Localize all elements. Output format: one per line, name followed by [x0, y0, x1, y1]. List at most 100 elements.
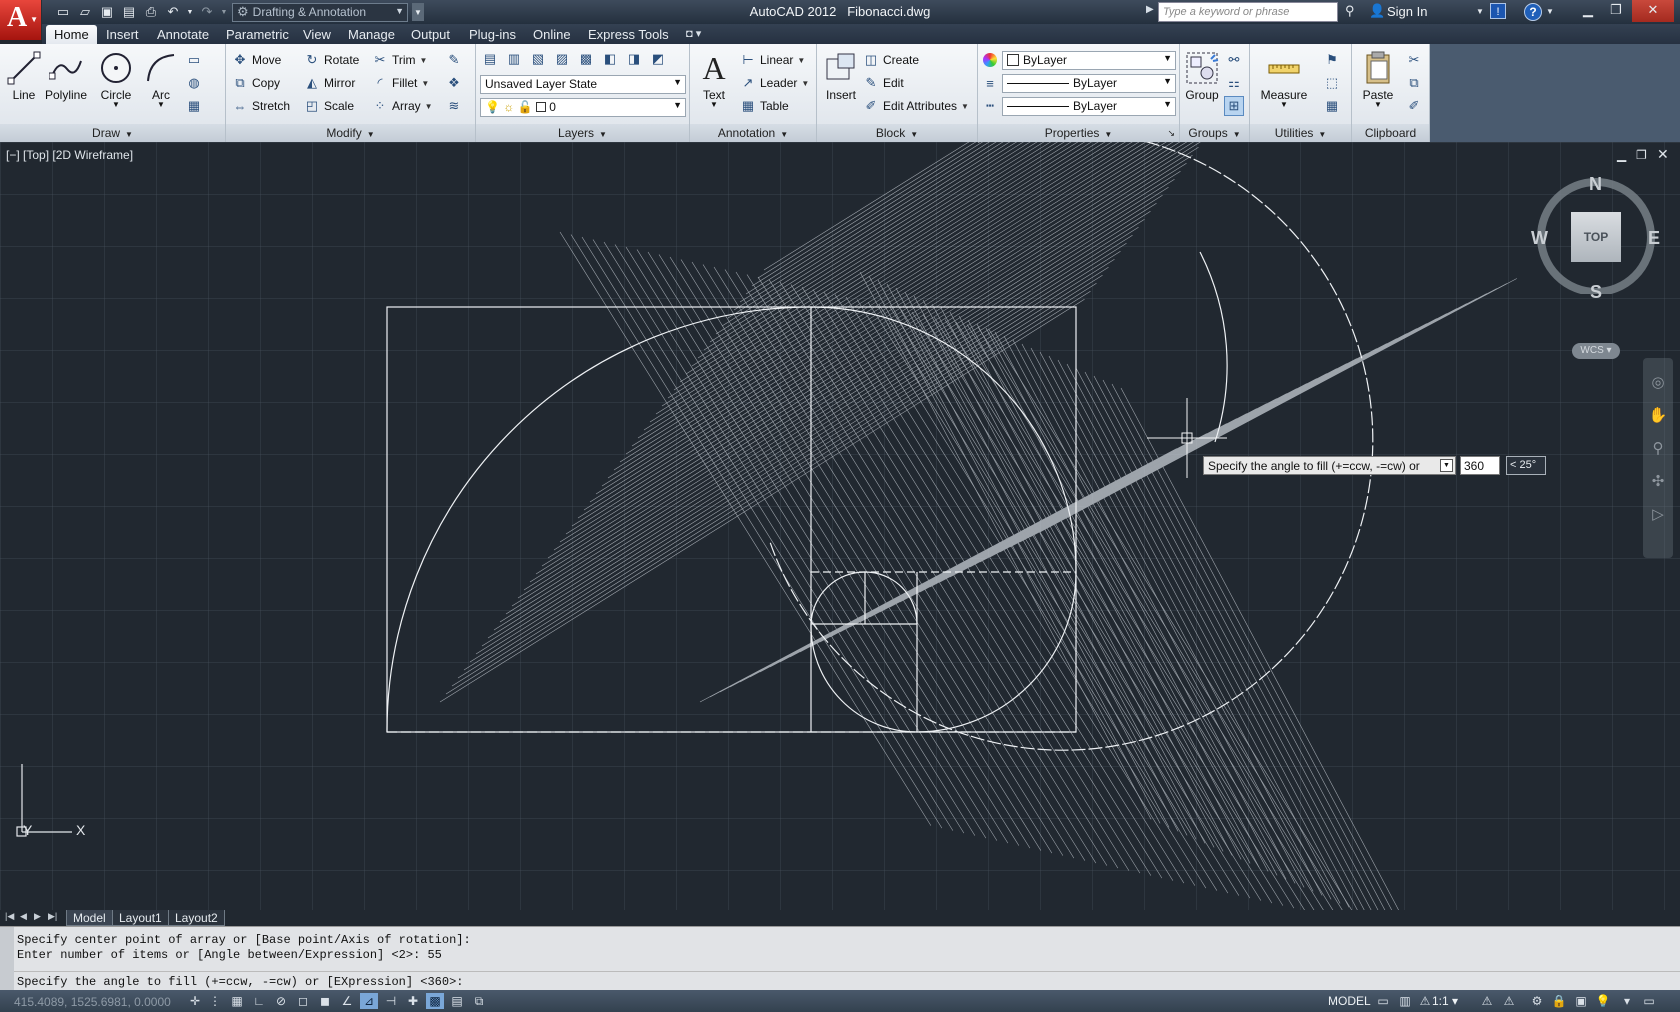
compass-east[interactable]: E [1648, 228, 1660, 249]
viewport-minimize-icon[interactable]: ▁ [1617, 148, 1626, 162]
pan-icon[interactable]: ✋ [1643, 406, 1673, 424]
trim-button[interactable]: ✂ Trim ▼ [372, 51, 428, 69]
draw-panel-title[interactable]: Draw ▼ [0, 124, 225, 142]
layer-match-icon[interactable]: ▩ [576, 49, 596, 69]
linetype-dropdown[interactable]: ByLayer ▼ [1002, 97, 1176, 116]
outer-arc[interactable] [769, 142, 1374, 751]
allow-dynamic-ucs-icon[interactable]: ⊿ [360, 993, 378, 1009]
group-selection-icon[interactable]: ⊞ [1224, 96, 1244, 116]
compass-north[interactable]: N [1589, 174, 1602, 195]
lineweight-dropdown[interactable]: ByLayer ▼ [1002, 74, 1176, 93]
quick-properties-icon[interactable]: ▤ [448, 993, 466, 1009]
line-button[interactable]: Line [2, 50, 46, 102]
ortho-mode-icon[interactable]: ∟ [250, 993, 268, 1009]
viewport-controls-label[interactable]: [−] [Top] [2D Wireframe] [6, 148, 133, 162]
text-button[interactable]: A Text ▼ [692, 50, 736, 109]
erase-icon[interactable]: ✎ [444, 50, 464, 70]
redo-dropdown-icon[interactable]: ▼ [220, 3, 228, 21]
annotation-scale-value[interactable]: 1:1 ▾ [1432, 994, 1458, 1008]
copy-button[interactable]: ⧉ Copy [232, 74, 280, 92]
viewport-restore-icon[interactable]: ❐ [1636, 148, 1647, 162]
layout-tab-layout1[interactable]: Layout1 [112, 910, 169, 926]
quick-select-icon[interactable]: ⚑ [1322, 50, 1342, 70]
qat-customize-icon[interactable]: ▼ [412, 3, 424, 21]
calculator-icon[interactable]: ▦ [1322, 96, 1342, 116]
new-file-icon[interactable]: ▭ [54, 3, 72, 21]
exchange-icon[interactable]: ! [1490, 3, 1506, 19]
rotate-button[interactable]: ↻ Rotate [304, 51, 360, 69]
polar-tracking-icon[interactable]: ⊘ [272, 993, 290, 1009]
tab-parametric[interactable]: Parametric [218, 25, 297, 44]
tab-plugins[interactable]: Plug-ins [461, 25, 524, 44]
stretch-button[interactable]: ⇔ Stretch [232, 97, 291, 115]
search-input[interactable]: Type a keyword or phrase [1158, 2, 1338, 22]
match-properties-icon[interactable] [980, 50, 1000, 70]
edit-block-button[interactable]: ✎ Edit [863, 74, 904, 92]
save-as-icon[interactable]: ▤ [120, 3, 138, 21]
tab-express-tools[interactable]: Express Tools [580, 25, 677, 44]
snap-mode-icon[interactable]: ⋮ [206, 993, 224, 1009]
move-button[interactable]: ✥ Move [232, 51, 282, 69]
options-dropdown-icon[interactable]: ▼ [1440, 459, 1453, 472]
array-button[interactable]: ⁘ Array ▼ [372, 97, 433, 115]
previous-layout-icon[interactable]: ◀ [20, 911, 27, 922]
hatch-icon[interactable]: ◍ [184, 73, 204, 93]
undo-dropdown-icon[interactable]: ▼ [186, 3, 194, 21]
grid-display-icon[interactable]: ▦ [228, 993, 246, 1009]
showmotion-icon[interactable]: ▷ [1643, 505, 1673, 523]
layer-unisolate-icon[interactable]: ▨ [552, 49, 572, 69]
leader-button[interactable]: ↗ Leader ▼ [740, 74, 810, 92]
polyline-button[interactable]: Polyline [44, 50, 88, 102]
chevron-down-icon[interactable]: ▼ [1476, 7, 1484, 16]
layer-previous-icon[interactable]: ◧ [600, 49, 620, 69]
paste-button[interactable]: Paste ▼ [1356, 50, 1400, 109]
object-snap-tracking-icon[interactable]: ∠ [338, 993, 356, 1009]
tab-output[interactable]: Output [403, 25, 458, 44]
linear-dimension-button[interactable]: ⊢ Linear ▼ [740, 51, 805, 69]
undo-icon[interactable]: ↶ [164, 3, 182, 21]
compass-south[interactable]: S [1590, 282, 1602, 303]
orbit-icon[interactable]: ✣ [1643, 472, 1673, 490]
fillet-button[interactable]: ◜ Fillet ▼ [372, 74, 429, 92]
block-panel-title[interactable]: Block ▼ [817, 124, 977, 142]
properties-panel-title[interactable]: Properties ▼ ↘ [978, 124, 1179, 142]
tab-insert[interactable]: Insert [98, 25, 147, 44]
mirror-button[interactable]: ◭ Mirror [304, 74, 355, 92]
layout-tab-layout2[interactable]: Layout2 [168, 910, 225, 926]
outer-arc[interactable] [1199, 251, 1228, 443]
auto-scale-icon[interactable]: ⚠ [1500, 993, 1518, 1009]
angle-fill-input[interactable]: 360 [1460, 456, 1500, 475]
group-button[interactable]: Group [1182, 50, 1222, 102]
tab-view[interactable]: View [295, 25, 339, 44]
explode-icon[interactable]: ❖ [444, 73, 464, 93]
tab-home[interactable]: Home [46, 25, 97, 44]
cut-icon[interactable]: ✂ [1404, 50, 1424, 70]
chevron-down-icon[interactable]: ▼ [1546, 7, 1554, 16]
help-icon[interactable]: ? [1524, 3, 1542, 21]
annotation-panel-title[interactable]: Annotation ▼ [690, 124, 816, 142]
offset-icon[interactable]: ≋ [444, 96, 464, 116]
selection-cycling-icon[interactable]: ⧉ [470, 993, 488, 1009]
circle-button[interactable]: Circle ▼ [94, 50, 138, 109]
close-button[interactable]: ✕ [1632, 0, 1674, 22]
insert-block-button[interactable]: Insert [819, 50, 863, 102]
wcs-menu[interactable]: WCS ▾ [1572, 343, 1620, 359]
modify-panel-title[interactable]: Modify ▼ [226, 124, 475, 142]
infer-constraints-icon[interactable]: ✛ [186, 993, 204, 1009]
command-line[interactable]: Specify center point of array or [Base p… [0, 926, 1680, 991]
object-snap-icon[interactable]: ◻ [294, 993, 312, 1009]
viewport-close-icon[interactable]: ✕ [1657, 146, 1669, 163]
select-all-icon[interactable]: ⬚ [1322, 73, 1342, 93]
layer-properties-icon[interactable]: ▤ [480, 49, 500, 69]
next-layout-icon[interactable]: ▶ [34, 911, 41, 922]
workspace-switching-icon[interactable]: ⚙ [1528, 993, 1546, 1009]
tab-annotate[interactable]: Annotate [149, 25, 217, 44]
annotation-visibility-icon[interactable]: ⚠ [1478, 993, 1496, 1009]
table-button[interactable]: ▦ Table [740, 97, 789, 115]
last-layout-icon[interactable]: ▶| [48, 911, 57, 922]
quick-view-drawings-icon[interactable]: ▥ [1396, 993, 1414, 1009]
steering-wheel-icon[interactable]: ◎ [1643, 373, 1673, 391]
spiral-arc[interactable] [386, 306, 812, 733]
layer-states-icon[interactable]: ▥ [504, 49, 524, 69]
fibonacci-drawing[interactable] [0, 142, 1680, 910]
